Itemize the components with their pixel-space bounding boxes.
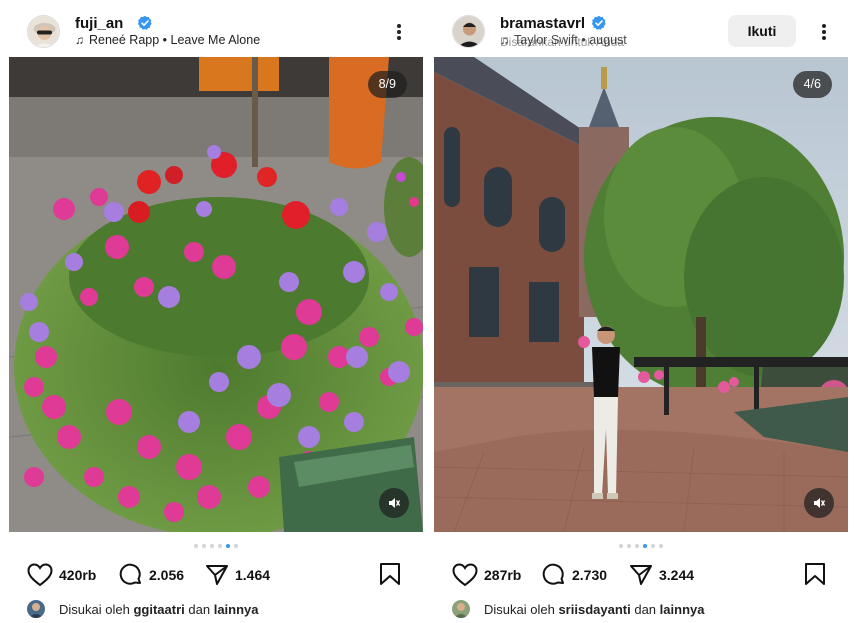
like-count: 420rb [59, 567, 97, 583]
more-options-icon[interactable] [818, 20, 830, 44]
comment-icon [119, 563, 141, 585]
likes-prefix: Disukai oleh [484, 601, 555, 617]
post-bramastavrl: bramastavrl Disarankan untuk Anda ♫ Taylo… [434, 0, 848, 623]
music-label: Reneé Rapp • Leave Me Alone [89, 33, 261, 47]
carousel-dots [434, 544, 848, 550]
share-count: 3.244 [659, 567, 695, 583]
music-note-icon: ♫ [75, 33, 84, 47]
carousel-dot [651, 544, 655, 548]
verified-badge-icon [591, 15, 606, 30]
carousel-dots [9, 544, 423, 550]
comment-button[interactable]: 2.056 [119, 562, 184, 588]
carousel-dot [659, 544, 663, 548]
action-bar: 287rb 2.730 3.244 [434, 562, 848, 588]
carousel-dot [627, 544, 631, 548]
liker-avatar[interactable] [452, 600, 470, 618]
carousel-dot [234, 544, 238, 548]
likes-summary: Disukai oleh sriisdayanti dan lainnya [452, 600, 704, 618]
post-fuji-an: fuji_an ♫ Reneé Rapp • Leave Me Alone 8/… [9, 0, 423, 623]
carousel-dot [210, 544, 214, 548]
avatar[interactable] [27, 15, 60, 48]
comment-count: 2.730 [572, 567, 608, 583]
likes-others-link[interactable]: lainnya [214, 602, 259, 617]
post-media-flowers[interactable]: 8/9 [9, 57, 423, 532]
comment-button[interactable]: 2.730 [542, 562, 607, 588]
music-label: Taylor Swift • august [514, 33, 627, 47]
comment-icon [542, 563, 564, 585]
music-note-icon: ♫ [500, 33, 509, 47]
post-media-street[interactable]: 4/6 [434, 57, 848, 532]
bookmark-button[interactable] [804, 562, 826, 591]
likes-prefix: Disukai oleh [59, 601, 130, 617]
carousel-dot-active [226, 544, 230, 548]
share-button[interactable]: 1.464 [205, 562, 270, 588]
flower-basket-photo [9, 57, 423, 532]
like-count: 287rb [484, 567, 522, 583]
carousel-dot-active [643, 544, 647, 548]
music-info[interactable]: ♫ Reneé Rapp • Leave Me Alone [75, 33, 260, 47]
carousel-dot [635, 544, 639, 548]
share-count: 1.464 [235, 567, 271, 583]
carousel-dot [194, 544, 198, 548]
action-bar: 420rb 2.056 1.464 [9, 562, 423, 588]
liker-avatar[interactable] [27, 600, 45, 618]
post-header: fuji_an ♫ Reneé Rapp • Leave Me Alone [9, 12, 423, 52]
heart-icon [27, 563, 53, 587]
avatar[interactable] [452, 15, 485, 48]
share-icon [206, 565, 228, 585]
mute-icon[interactable] [379, 488, 409, 518]
like-button[interactable]: 287rb [452, 562, 521, 588]
media-counter: 8/9 [367, 71, 407, 98]
share-icon [630, 565, 652, 585]
bookmark-button[interactable] [379, 562, 401, 591]
username[interactable]: bramastavrl [500, 15, 585, 32]
likes-others-link[interactable]: lainnya [660, 602, 705, 617]
post-header: bramastavrl Disarankan untuk Anda ♫ Taylo… [434, 12, 848, 52]
media-counter: 4/6 [792, 71, 832, 98]
comment-count: 2.056 [149, 567, 185, 583]
more-options-icon[interactable] [393, 20, 405, 44]
music-info[interactable]: ♫ Taylor Swift • august [500, 33, 627, 47]
carousel-dot [202, 544, 206, 548]
street-photo [434, 57, 848, 532]
carousel-dot [619, 544, 623, 548]
verified-badge-icon [137, 15, 152, 30]
liked-by-user[interactable]: ggitaatri [133, 602, 184, 617]
follow-button[interactable]: Ikuti [728, 15, 796, 47]
likes-conjunction: dan [188, 601, 211, 617]
bookmark-icon [380, 563, 400, 585]
username[interactable]: fuji_an [75, 15, 123, 32]
heart-icon [452, 563, 478, 587]
likes-conjunction: dan [634, 601, 657, 617]
share-button[interactable]: 3.244 [629, 562, 694, 588]
carousel-dot [218, 544, 222, 548]
mute-icon[interactable] [804, 488, 834, 518]
liked-by-user[interactable]: sriisdayanti [558, 602, 630, 617]
likes-summary: Disukai oleh ggitaatri dan lainnya [27, 600, 259, 618]
bookmark-icon [805, 563, 825, 585]
like-button[interactable]: 420rb [27, 562, 96, 588]
